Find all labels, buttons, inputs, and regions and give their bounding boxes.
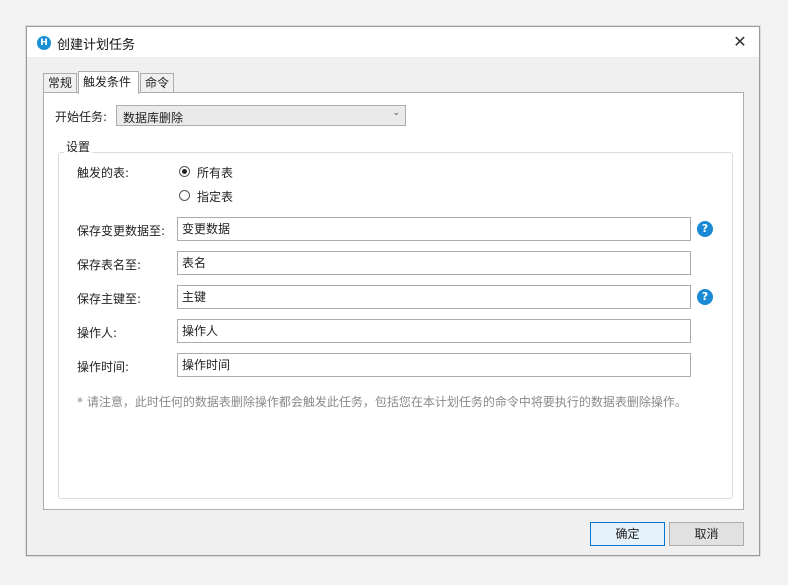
operation-time-label: 操作时间: (77, 360, 130, 374)
radio-all-tables-label[interactable]: 所有表 (197, 164, 233, 181)
operation-time-input[interactable]: 操作时间 (177, 353, 691, 377)
help-icon[interactable]: ? (697, 221, 713, 237)
trigger-tab-panel: 开始任务: 数据库删除 ⌄ 设置 触发的表: 所有表 指定表 保存变更数据至: … (43, 92, 744, 510)
tab-trigger-conditions[interactable]: 触发条件 (78, 71, 139, 94)
start-task-label: 开始任务: (55, 110, 108, 124)
tab-command[interactable]: 命令 (140, 73, 174, 92)
settings-group-title: 设置 (64, 138, 93, 155)
dialog-title: 创建计划任务 (57, 38, 136, 53)
tab-general[interactable]: 常规 (43, 73, 77, 92)
radio-specific-tables-label[interactable]: 指定表 (197, 188, 233, 205)
operator-label: 操作人: (77, 326, 118, 340)
app-logo-icon: H (37, 36, 51, 50)
operator-input[interactable]: 操作人 (177, 319, 691, 343)
save-primary-key-input[interactable]: 主键 (177, 285, 691, 309)
start-task-value: 数据库删除 (123, 111, 184, 125)
radio-all-tables[interactable] (179, 166, 190, 177)
dialog-window: H 创建计划任务 ✕ 常规 触发条件 命令 开始任务: 数据库删除 ⌄ 设置 触… (26, 26, 760, 556)
warning-note: * 请注意，此时任何的数据表删除操作都会触发此任务，包括您在本计划任务的命令中将… (77, 395, 687, 409)
ok-button[interactable]: 确定 (590, 522, 665, 546)
radio-specific-tables[interactable] (179, 190, 190, 201)
help-icon[interactable]: ? (697, 289, 713, 305)
close-icon[interactable]: ✕ (729, 31, 751, 53)
start-task-select[interactable]: 数据库删除 ⌄ (116, 105, 406, 126)
save-changed-data-label: 保存变更数据至: (77, 224, 166, 238)
save-table-name-input[interactable]: 表名 (177, 251, 691, 275)
title-bar: H 创建计划任务 ✕ (27, 27, 759, 58)
save-table-name-label: 保存表名至: (77, 258, 142, 272)
chevron-down-icon: ⌄ (392, 108, 400, 118)
trigger-table-label: 触发的表: (77, 166, 130, 180)
cancel-button[interactable]: 取消 (669, 522, 744, 546)
save-changed-data-input[interactable]: 变更数据 (177, 217, 691, 241)
save-primary-key-label: 保存主键至: (77, 292, 142, 306)
